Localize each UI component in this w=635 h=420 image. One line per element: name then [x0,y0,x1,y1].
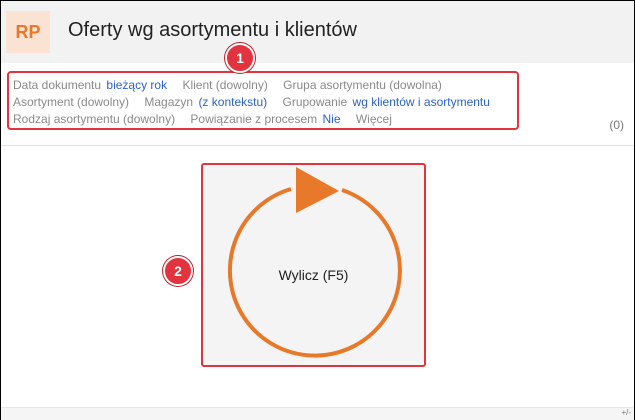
filter-row-2: Asortyment (dowolny) Magazyn (z kontekst… [13,95,492,109]
filter-grouping-value[interactable]: wg klientów i asortymentu [353,95,490,109]
filter-row-3: Rodzaj asortymentu (dowolny) Powiązanie … [13,112,394,126]
filter-warehouse-label[interactable]: Magazyn [144,95,193,109]
resize-handle[interactable]: +/- [621,408,631,417]
calculate-button[interactable]: Wylicz (F5) [201,163,426,367]
callout-badge-2: 2 [163,256,193,286]
filter-process-label[interactable]: Powiązanie z procesem [190,112,317,126]
filter-more[interactable]: Więcej [356,112,392,126]
page-header: RP Oferty wg asortymentu i klientów [1,1,634,63]
divider [1,145,634,146]
status-bar [1,407,634,420]
refresh-icon [227,167,402,358]
filter-date-label[interactable]: Data dokumentu [13,78,101,92]
filter-client[interactable]: Klient (dowolny) [182,78,267,92]
filters-panel: Data dokumentu bieżący rok Klient (dowol… [7,71,519,130]
filter-row-1: Data dokumentu bieżący rok Klient (dowol… [13,78,444,92]
page-title: Oferty wg asortymentu i klientów [68,19,357,41]
calculate-label: Wylicz (F5) [278,267,349,283]
filter-warehouse-value[interactable]: (z kontekstu) [198,95,267,109]
app-logo: RP [6,11,50,53]
filter-process-value[interactable]: Nie [323,112,341,126]
filter-assortment-type[interactable]: Rodzaj asortymentu (dowolny) [13,112,175,126]
filter-assortment[interactable]: Asortyment (dowolny) [13,95,129,109]
filter-assortment-group[interactable]: Grupa asortymentu (dowolna) [283,78,442,92]
result-count: (0) [609,118,624,132]
filter-date-value[interactable]: bieżący rok [106,78,167,92]
callout-badge-1: 1 [225,43,255,73]
filter-grouping-label[interactable]: Grupowanie [282,95,347,109]
